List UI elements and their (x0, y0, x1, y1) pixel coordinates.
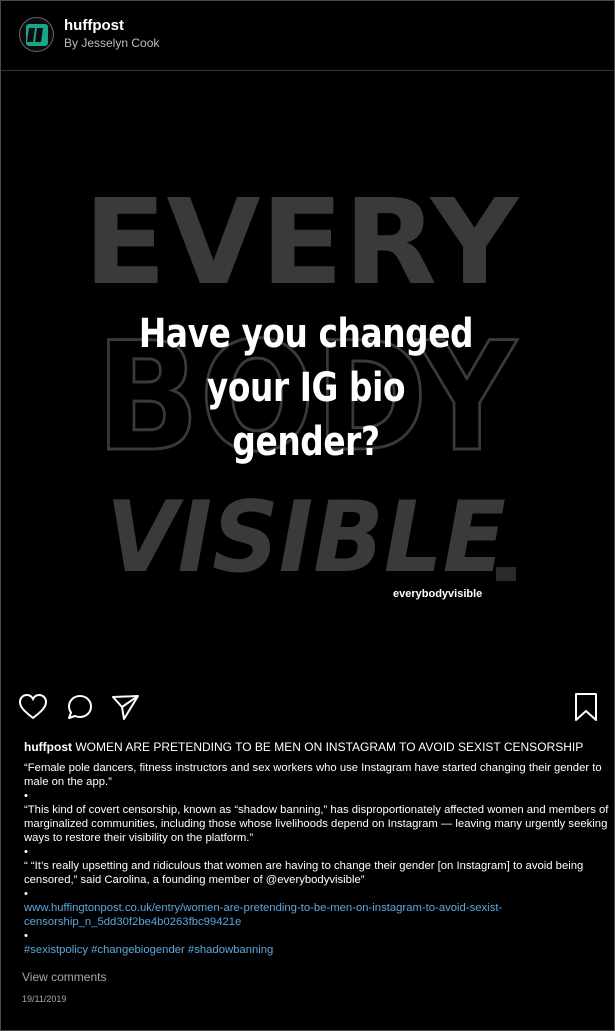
comment-icon[interactable] (64, 691, 96, 723)
article-link[interactable]: www.huffingtonpost.co.uk/entry/women-are… (24, 902, 502, 928)
caption-paragraph-1: “Female pole dancers, fitness instructor… (24, 762, 602, 788)
send-icon[interactable] (109, 691, 141, 723)
headline-line-2: your IG bio gender? (206, 365, 406, 465)
instagram-post: huffpost By Jesselyn Cook EVERY BODY VIS… (0, 0, 615, 1031)
heart-icon[interactable] (17, 691, 49, 723)
post-header: huffpost By Jesselyn Cook (1, 1, 614, 71)
caption-body: “Female pole dancers, fitness instructor… (24, 761, 609, 957)
caption-bullet: • (24, 888, 28, 900)
headline-line-1: Have you changed (138, 311, 474, 357)
caption-username[interactable]: huffpost (24, 740, 72, 754)
caption-title: huffpost WOMEN ARE PRETENDING TO BE MEN … (24, 739, 604, 755)
post-headline: Have you changed your IG bio gender? (134, 307, 478, 469)
hashtags[interactable]: #sexistpolicy #changebiogender #shadowba… (24, 944, 273, 956)
post-date: 19/11/2019 (22, 994, 67, 1004)
caption-bullet: • (24, 930, 28, 942)
post-username[interactable]: huffpost (64, 17, 124, 34)
post-image[interactable]: EVERY BODY VISIBLE Have you changed your… (1, 71, 614, 634)
caption-bullet: • (24, 846, 28, 858)
caption-paragraph-3: “ “It’s really upsetting and ridiculous … (24, 860, 584, 886)
caption-bullet: • (24, 790, 28, 802)
bg-word-visible: VISIBLE (106, 481, 506, 595)
post-byline: By Jesselyn Cook (64, 36, 160, 50)
bg-word-every: EVERY (84, 173, 521, 311)
post-actions (1, 691, 614, 725)
bookmark-icon[interactable] (570, 691, 602, 723)
brand-tag: everybodyvisible (393, 588, 483, 600)
caption-headline: WOMEN ARE PRETENDING TO BE MEN ON INSTAG… (75, 740, 584, 754)
caption-paragraph-2: “This kind of covert censorship, known a… (24, 804, 609, 844)
huffpost-logo-icon[interactable] (19, 17, 54, 52)
view-comments-link[interactable]: View comments (22, 970, 106, 984)
